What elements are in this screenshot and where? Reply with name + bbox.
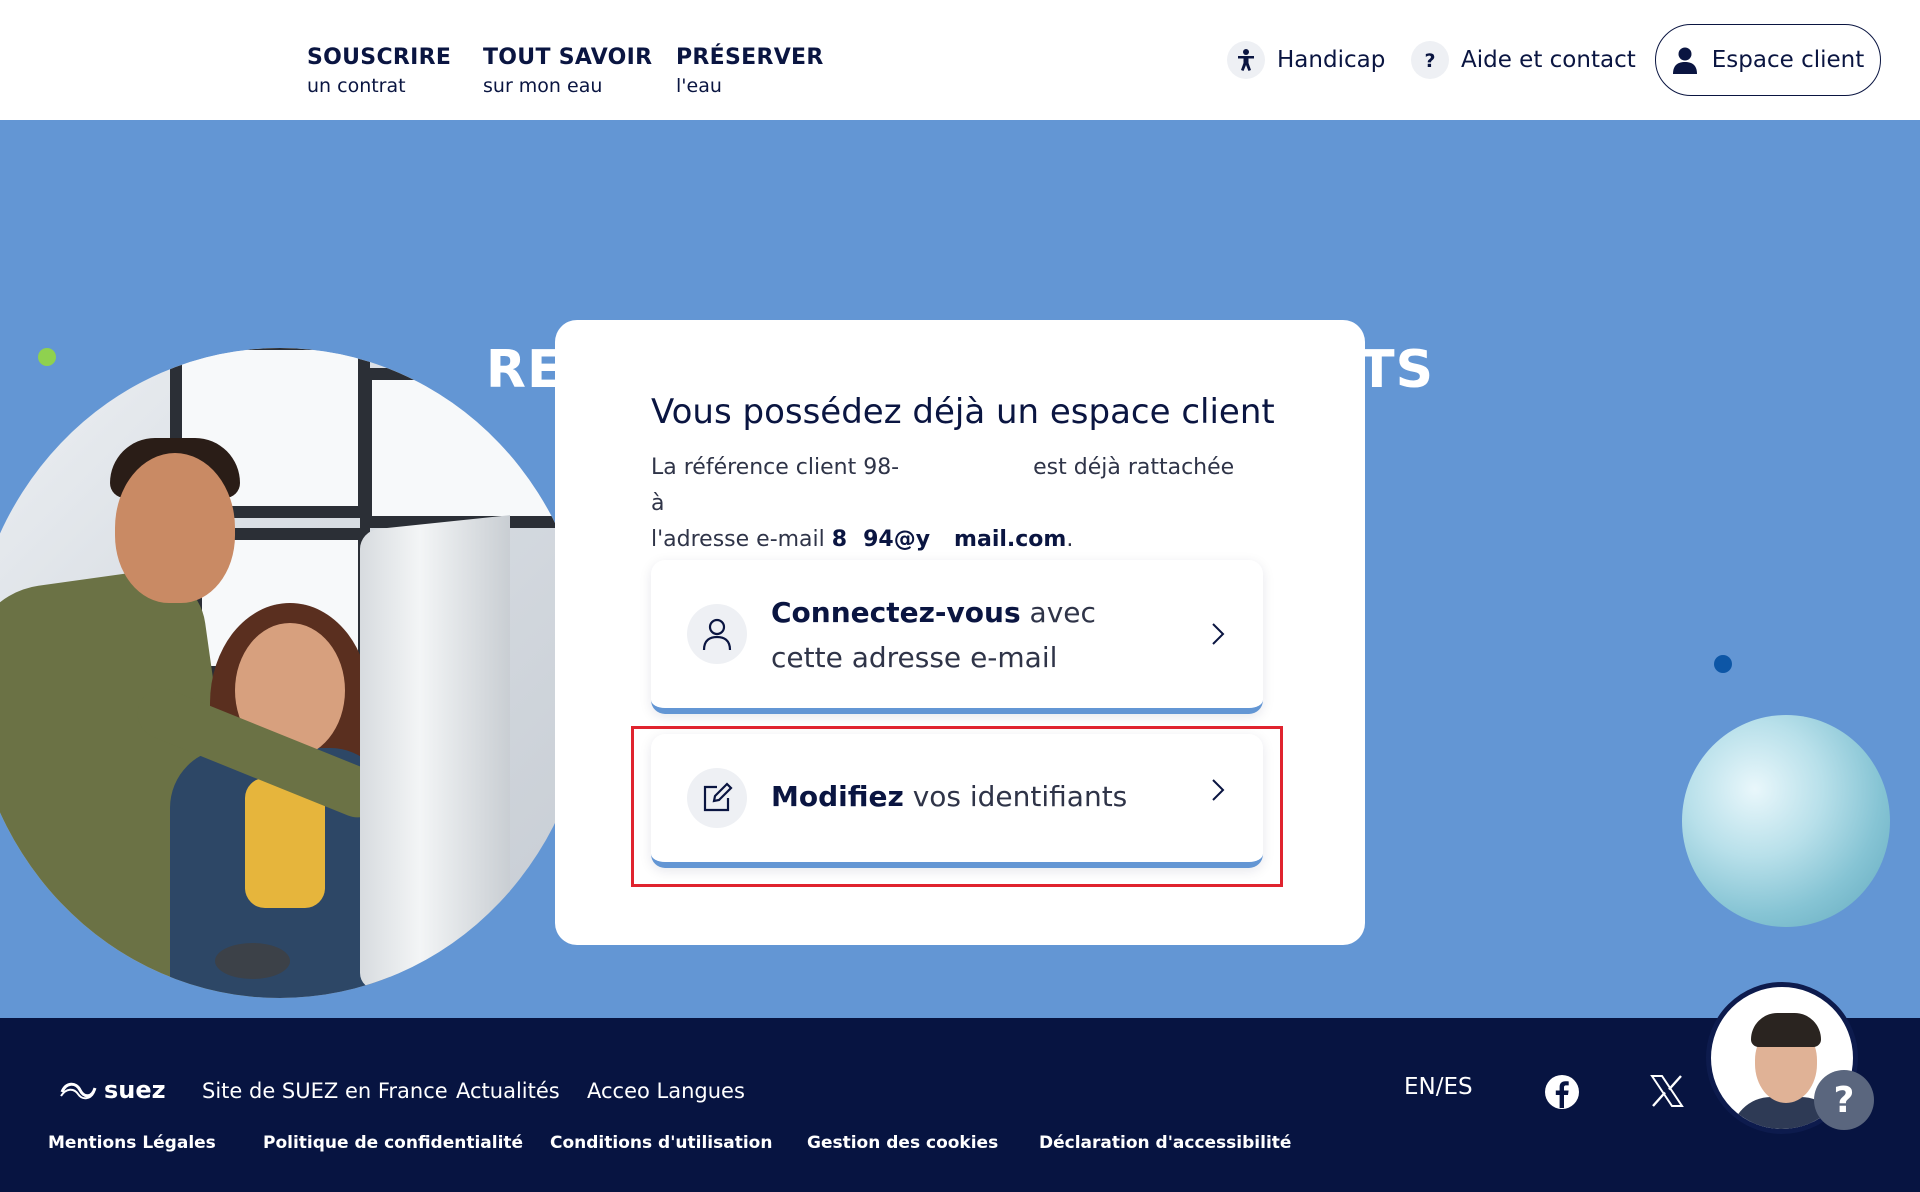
facebook-icon[interactable] <box>1544 1074 1580 1110</box>
card-description: La référence client 98- est déjà rattaché… <box>651 450 1251 558</box>
nav-souscrire[interactable]: SOUSCRIRE un contrat <box>307 44 451 100</box>
photo-window <box>360 368 580 528</box>
photo-mouse <box>215 943 290 979</box>
user-outline-icon <box>687 604 747 664</box>
footer-link-actualites[interactable]: Actualités <box>456 1076 560 1106</box>
aide-contact-link[interactable]: ? Aide et contact <box>1411 40 1636 80</box>
nav-tout-savoir-label: TOUT SAVOIR <box>483 45 653 70</box>
water-sphere-image <box>1682 715 1890 927</box>
nav-preserver[interactable]: PRÉSERVER l'eau <box>676 44 824 100</box>
x-icon[interactable] <box>1650 1074 1684 1108</box>
site-footer: suez Site de SUEZ en France Actualités A… <box>0 1018 1920 1192</box>
espace-client-button[interactable]: Espace client <box>1655 24 1881 96</box>
chevron-right-icon <box>1211 622 1225 646</box>
connect-option-bold: Connectez-vous <box>771 596 1021 629</box>
suez-logo-text: suez <box>104 1076 166 1104</box>
email-part2: 94@y <box>863 527 931 552</box>
hero-photo <box>0 348 590 998</box>
footer-link-conditions[interactable]: Conditions d'utilisation <box>550 1131 772 1155</box>
footer-link-acceo[interactable]: Acceo Langues <box>587 1076 745 1106</box>
nav-preserver-label: PRÉSERVER <box>676 45 824 70</box>
aide-contact-label: Aide et contact <box>1461 47 1636 73</box>
photo-man-head <box>115 453 235 603</box>
footer-link-cookies[interactable]: Gestion des cookies <box>807 1131 998 1155</box>
email-part3: mail.com <box>954 527 1067 552</box>
accessibility-icon <box>1227 41 1265 79</box>
nav-souscrire-sub: un contrat <box>307 75 406 97</box>
language-switch[interactable]: EN/ES <box>1404 1074 1473 1100</box>
suez-logo[interactable]: suez <box>58 1076 166 1104</box>
user-icon <box>1672 46 1698 74</box>
handicap-link[interactable]: Handicap <box>1227 40 1385 80</box>
footer-link-mentions[interactable]: Mentions Légales <box>48 1131 216 1155</box>
footer-link-accessibilite[interactable]: Déclaration d'accessibilité <box>1039 1131 1291 1155</box>
nav-preserver-sub: l'eau <box>676 75 722 97</box>
connect-option-label: Connectez-vous avec cette adresse e-mail <box>771 590 1171 680</box>
card-title: Vous possédez déjà un espace client <box>651 392 1275 432</box>
highlight-box <box>631 726 1283 887</box>
suez-logo-icon <box>60 1082 97 1100</box>
decorative-dot-blue <box>1714 655 1732 673</box>
email-end: . <box>1066 527 1074 552</box>
nav-tout-savoir-sub: sur mon eau <box>483 75 603 97</box>
chat-help-button[interactable]: ? <box>1814 1070 1874 1130</box>
decorative-dot-green <box>38 348 56 366</box>
question-icon: ? <box>1411 41 1449 79</box>
ref-prefix: La référence client 98- <box>651 455 900 480</box>
site-header: SOUSCRIRE un contrat TOUT SAVOIR sur mon… <box>0 0 1920 120</box>
footer-link-site-suez[interactable]: Site de SUEZ en France <box>202 1076 448 1106</box>
nav-souscrire-label: SOUSCRIRE <box>307 45 452 70</box>
photo-monitor <box>360 515 510 991</box>
avatar-hair <box>1751 1013 1821 1047</box>
connect-option[interactable]: Connectez-vous avec cette adresse e-mail <box>651 560 1263 714</box>
footer-link-confidentialite[interactable]: Politique de confidentialité <box>263 1131 523 1155</box>
nav-tout-savoir[interactable]: TOUT SAVOIR sur mon eau <box>483 44 652 100</box>
handicap-label: Handicap <box>1277 47 1386 73</box>
email-part1: 8 <box>831 527 848 552</box>
svg-text:?: ? <box>1424 50 1435 72</box>
email-prefix: l'adresse e-mail <box>651 527 825 552</box>
espace-client-label: Espace client <box>1711 47 1865 73</box>
